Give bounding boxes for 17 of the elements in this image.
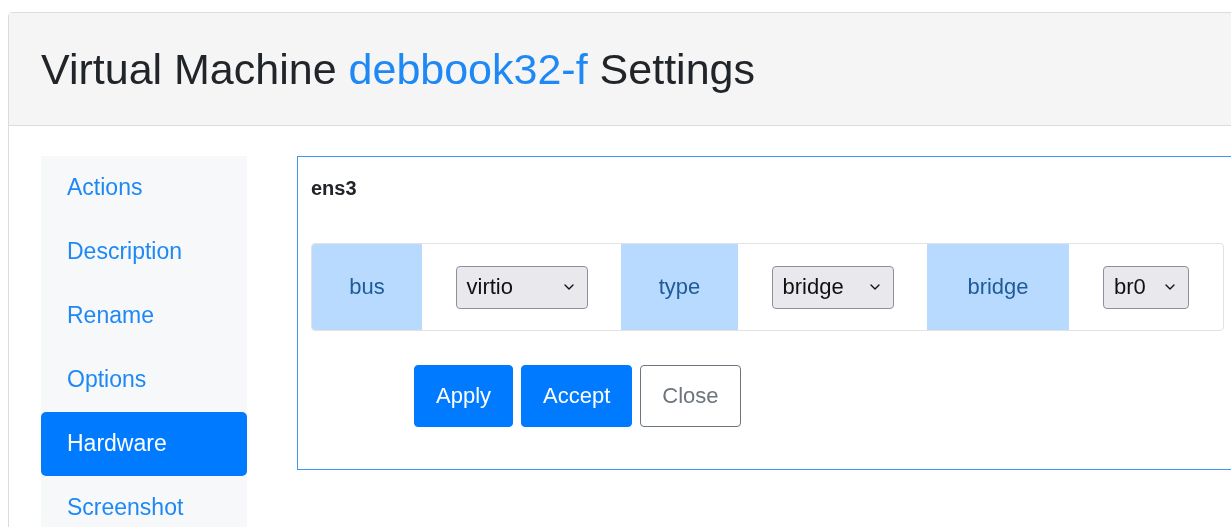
sidebar-item[interactable]: Rename [41,284,247,348]
sidebar-item[interactable]: Screenshot [41,476,247,527]
sidebar-item[interactable]: Description [41,220,247,284]
field-label: bus [312,244,422,330]
action-button[interactable]: Accept [521,365,633,427]
panel-title: ens3 [311,177,358,200]
close-button[interactable]: Close [640,365,741,427]
page-title: Virtual Machine debbook32-f Settings [41,44,755,94]
sidebar-item[interactable]: Hardware [41,412,247,476]
sidebar-item[interactable]: Actions [41,156,247,220]
action-button[interactable]: Apply [414,365,514,427]
field-label: bridge [927,244,1069,330]
select-field[interactable]: virtio [455,265,588,309]
field-label: type [621,244,738,330]
select-field[interactable]: br0 [1103,265,1189,309]
select-field[interactable]: bridge [771,265,894,309]
sidebar-item[interactable]: Options [41,348,247,412]
